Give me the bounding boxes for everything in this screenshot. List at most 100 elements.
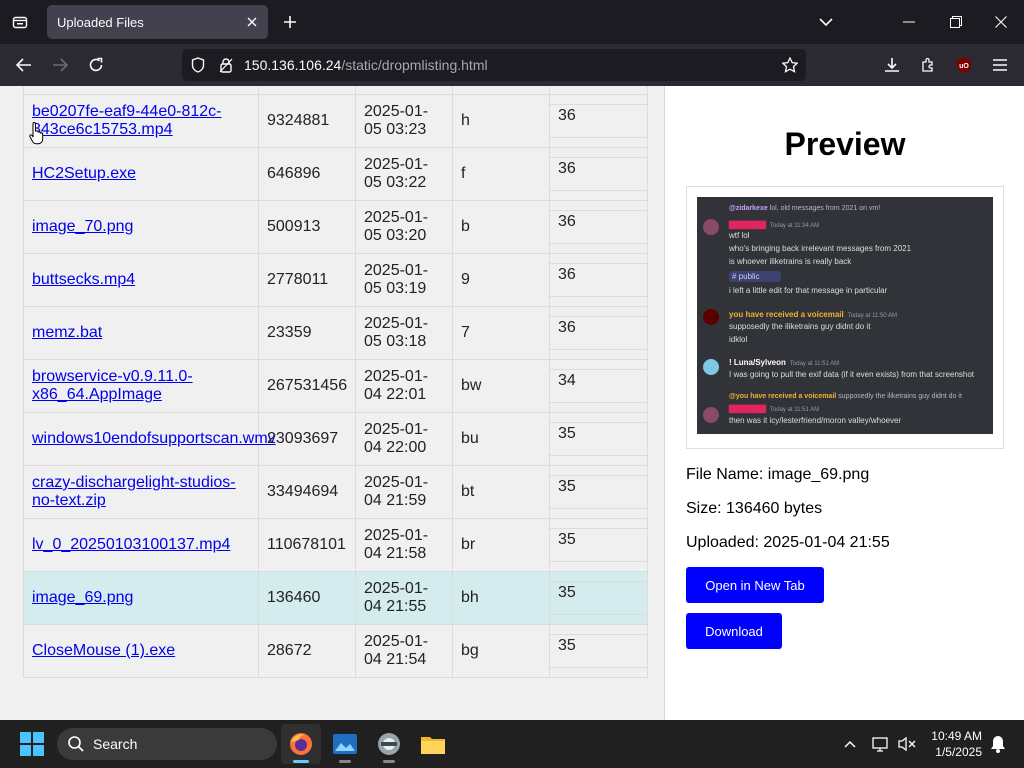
taskbar-photos-icon[interactable] (325, 724, 365, 764)
back-arrow-icon[interactable] (10, 51, 38, 79)
taskbar-app-icon[interactable] (369, 724, 409, 764)
date-line: 2025-01- (364, 368, 429, 385)
file-code-cell: bw (452, 359, 550, 413)
insecure-lock-icon[interactable] (216, 55, 236, 75)
file-size-text: Size: 136460 bytes (686, 500, 823, 517)
chat-reply-line: @zidarkexe lol, old messages from 2021 o… (729, 205, 881, 212)
table-row[interactable]: buttsecks.mp4 2778011 2025-01- 05 03:19 9 36 (23, 253, 648, 307)
file-name-cell: image_70.png (23, 200, 259, 254)
tab-list-icon[interactable] (6, 8, 34, 36)
file-name-cell: lv_0_20250103100137.mp4 (23, 518, 259, 572)
file-count-value: 35 (550, 528, 647, 562)
file-count-cell: 35 (549, 624, 648, 678)
table-row[interactable]: HC2Setup.exe 646896 2025-01- 05 03:22 f 36 (23, 147, 648, 201)
minimize-icon[interactable] (893, 6, 925, 38)
address-bar[interactable]: 150.136.106.24/static/dropmlisting.html (182, 49, 806, 81)
time-line: 04 21:54 (364, 651, 427, 668)
file-size-cell: 28672 (258, 624, 356, 678)
chat-message: idklol (729, 335, 748, 344)
file-link[interactable]: crazy-dischargelight-studios-no-text.zip (32, 474, 236, 509)
file-name-cell: memz.bat (23, 306, 259, 360)
windows-taskbar: Search 10:49 AM 1/5/2025 (0, 720, 1024, 768)
file-date-cell: 2025-01- 04 22:00 (355, 412, 453, 466)
file-code-cell: bt (452, 465, 550, 519)
taskbar-file-explorer-icon[interactable] (413, 724, 453, 764)
table-row[interactable]: Ammoyimg.bat552025-01-05 03:23g (23, 86, 648, 95)
file-count-value: 36 (550, 316, 647, 350)
file-code-cell: bg (452, 624, 550, 678)
download-button[interactable]: Download (686, 613, 782, 649)
hamburger-menu-icon[interactable] (986, 51, 1014, 79)
close-window-icon[interactable] (985, 6, 1017, 38)
table-row[interactable]: browservice-v0.9.11.0-x86_64.AppImage 267… (23, 359, 648, 413)
file-link[interactable]: image_69.png (32, 589, 133, 606)
downloads-icon[interactable] (878, 51, 906, 79)
open-in-new-tab-button[interactable]: Open in New Tab (686, 567, 824, 603)
file-date-cell: 2025-01- 04 21:55 (355, 571, 453, 625)
table-row[interactable]: image_69.png 136460 2025-01- 04 21:55 bh 35 (23, 571, 648, 625)
file-date-cell: 2025-01-05 03:23 (355, 94, 453, 148)
ublock-badge-text: uO (959, 63, 969, 70)
table-row[interactable]: image_70.png 500913 2025-01- 05 03:20 b 36 (23, 200, 648, 254)
show-hidden-icons-chevron-icon[interactable] (838, 732, 862, 756)
file-link[interactable]: be0207fe-eaf9-44e0-812c-843ce6c15753.mp4 (32, 103, 221, 138)
time-line: 05 03:20 (364, 227, 427, 244)
volume-muted-icon[interactable] (895, 732, 919, 756)
file-table: Ammoyimg.bat552025-01-05 03:23gbe0207fe-… (23, 86, 648, 678)
file-link[interactable]: browservice-v0.9.11.0-x86_64.AppImage (32, 368, 193, 403)
file-code-cell: g (452, 86, 550, 95)
list-all-tabs-chevron-icon[interactable] (810, 6, 842, 38)
file-count-value: 35 (550, 634, 647, 668)
file-link[interactable]: windows10endofsupportscan.wmv (32, 430, 276, 447)
file-code-cell: br (452, 518, 550, 572)
file-listing-pane[interactable]: Ammoyimg.bat552025-01-05 03:23gbe0207fe-… (0, 86, 665, 720)
file-link[interactable]: image_70.png (32, 218, 133, 235)
table-row[interactable]: windows10endofsupportscan.wmv 23093697 202… (23, 412, 648, 466)
tab-close-icon[interactable] (242, 12, 262, 32)
file-link[interactable]: HC2Setup.exe (32, 165, 136, 182)
chat-message: I was going to pull the exif data (if it… (729, 370, 975, 379)
file-name-cell: Ammoyimg.bat (23, 86, 259, 95)
file-size-cell: 500913 (258, 200, 356, 254)
table-row[interactable]: memz.bat 23359 2025-01- 05 03:18 7 36 (23, 306, 648, 360)
table-row[interactable]: lv_0_20250103100137.mp4 110678101 2025-01-… (23, 518, 648, 572)
upload-date-text: Uploaded: 2025-01-04 21:55 (686, 534, 890, 551)
file-link[interactable]: buttsecks.mp4 (32, 271, 135, 288)
running-app-indicator (383, 760, 395, 763)
bookmark-star-icon[interactable] (780, 55, 800, 75)
file-link[interactable]: memz.bat (32, 324, 102, 341)
taskbar-firefox-icon[interactable] (281, 724, 321, 764)
file-count-cell: 35 (549, 518, 648, 572)
chat-avatar (703, 219, 719, 235)
tab-uploaded-files[interactable]: Uploaded Files (47, 5, 268, 39)
table-row[interactable]: crazy-dischargelight-studios-no-text.zip… (23, 465, 648, 519)
taskbar-search-box[interactable]: Search (57, 728, 277, 760)
ublock-origin-icon[interactable]: uO (950, 51, 978, 79)
restore-icon[interactable] (940, 6, 972, 38)
file-count-cell: 35 (549, 465, 648, 519)
file-count-value: 36 (550, 104, 647, 138)
file-link[interactable]: lv_0_20250103100137.mp4 (32, 536, 230, 553)
date-line: 2025-01- (364, 527, 429, 544)
file-link[interactable]: CloseMouse (1).exe (32, 642, 175, 659)
extensions-puzzle-icon[interactable] (914, 51, 942, 79)
chat-message: then was it icy/lesterfriend/moron valle… (729, 416, 902, 425)
time-line: 05 03:18 (364, 333, 427, 350)
tracking-protection-shield-icon[interactable] (188, 55, 208, 75)
active-app-indicator (293, 760, 309, 763)
network-icon[interactable] (869, 732, 893, 756)
time-line: 04 22:01 (364, 386, 427, 403)
windows-start-icon[interactable] (20, 732, 44, 756)
table-row[interactable]: CloseMouse (1).exe 28672 2025-01- 04 21:54 b… (23, 624, 648, 678)
forward-arrow-icon[interactable] (46, 51, 74, 79)
reload-icon[interactable] (82, 51, 110, 79)
chat-message: supposedly the iliketrains guy didnt do … (729, 322, 871, 331)
time-line: 04 21:55 (364, 598, 427, 615)
table-row[interactable]: be0207fe-eaf9-44e0-812c-843ce6c15753.mp4… (23, 94, 648, 148)
taskbar-clock[interactable]: 10:49 AM 1/5/2025 (920, 728, 982, 760)
file-date-cell: 2025-01- 05 03:18 (355, 306, 453, 360)
notification-bell-icon[interactable] (986, 732, 1010, 756)
new-tab-icon[interactable] (278, 10, 302, 34)
chat-avatar (703, 359, 719, 375)
date-line: 2025-01- (364, 580, 429, 597)
